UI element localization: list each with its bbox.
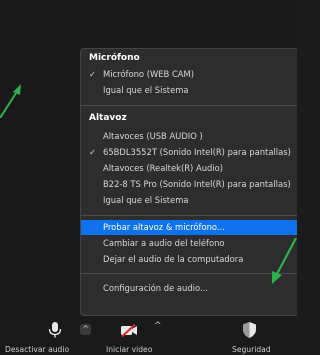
menu-item-label: Igual que el Sistema xyxy=(103,85,189,95)
menu-item-audio-settings[interactable]: Configuración de audio... xyxy=(81,281,297,296)
menu-item-mic-same-as-system[interactable]: Igual que el Sistema xyxy=(81,83,297,98)
menu-item-label: Probar altavoz & micrófono... xyxy=(103,222,225,232)
menu-item-label: Configuración de audio... xyxy=(103,283,208,293)
menu-item-label: Altavoces (USB AUDIO ) xyxy=(103,131,203,141)
menu-item-leave-computer-audio[interactable]: Dejar el audio de la computadora xyxy=(81,252,297,267)
microphone-icon[interactable] xyxy=(48,322,62,338)
audio-options-menu: Micrófono ✓ Micrófono (WEB CAM) Igual qu… xyxy=(80,48,297,316)
menu-item-speaker-realtek[interactable]: Altavoces (Realtek(R) Audio) xyxy=(81,161,297,176)
security-label[interactable]: Seguridad xyxy=(232,345,271,354)
menu-item-speaker-same-as-system[interactable]: Igual que el Sistema xyxy=(81,193,297,208)
menu-item-label: 65BDL3552T (Sonido Intel(R) para pantall… xyxy=(103,147,291,157)
video-options-caret[interactable]: ^ xyxy=(154,321,162,331)
start-video-label[interactable]: Iniciar video xyxy=(106,345,152,354)
menu-item-label: Dejar el audio de la computadora xyxy=(103,254,244,264)
audio-options-caret-button[interactable]: ^ xyxy=(80,324,91,335)
meeting-toolbar: ^ Desactivar audio ^ Iniciar video Segur… xyxy=(0,320,297,355)
menu-item-label: Cambiar a audio del teléfono xyxy=(103,238,225,248)
video-off-icon[interactable] xyxy=(120,324,138,337)
menu-item-speaker-b22[interactable]: B22-8 TS Pro (Sonido Intel(R) para panta… xyxy=(81,177,297,192)
check-icon: ✓ xyxy=(89,69,97,79)
microphone-section-title: Micrófono xyxy=(89,53,140,63)
menu-item-label: Micrófono (WEB CAM) xyxy=(103,69,195,79)
speaker-section-title: Altavoz xyxy=(89,113,127,123)
mute-audio-label[interactable]: Desactivar audio xyxy=(5,345,69,354)
menu-item-switch-phone-audio[interactable]: Cambiar a audio del teléfono xyxy=(81,236,297,251)
menu-item-speaker-usb[interactable]: Altavoces (USB AUDIO ) xyxy=(81,129,297,144)
menu-item-speaker-65bdl[interactable]: ✓ 65BDL3552T (Sonido Intel(R) para panta… xyxy=(81,145,297,160)
menu-item-label: Igual que el Sistema xyxy=(103,195,189,205)
check-icon: ✓ xyxy=(89,147,97,157)
menu-divider xyxy=(81,215,297,216)
menu-divider xyxy=(81,273,297,274)
shield-icon[interactable] xyxy=(243,322,256,338)
menu-item-mic-webcam[interactable]: ✓ Micrófono (WEB CAM) xyxy=(81,67,297,82)
menu-item-test-speaker-mic[interactable]: Probar altavoz & micrófono... xyxy=(81,220,297,235)
menu-item-label: Altavoces (Realtek(R) Audio) xyxy=(103,163,224,173)
zoom-window: Micrófono ✓ Micrófono (WEB CAM) Igual qu… xyxy=(0,0,297,355)
menu-item-label: B22-8 TS Pro (Sonido Intel(R) para panta… xyxy=(103,179,291,189)
menu-divider xyxy=(81,105,297,106)
